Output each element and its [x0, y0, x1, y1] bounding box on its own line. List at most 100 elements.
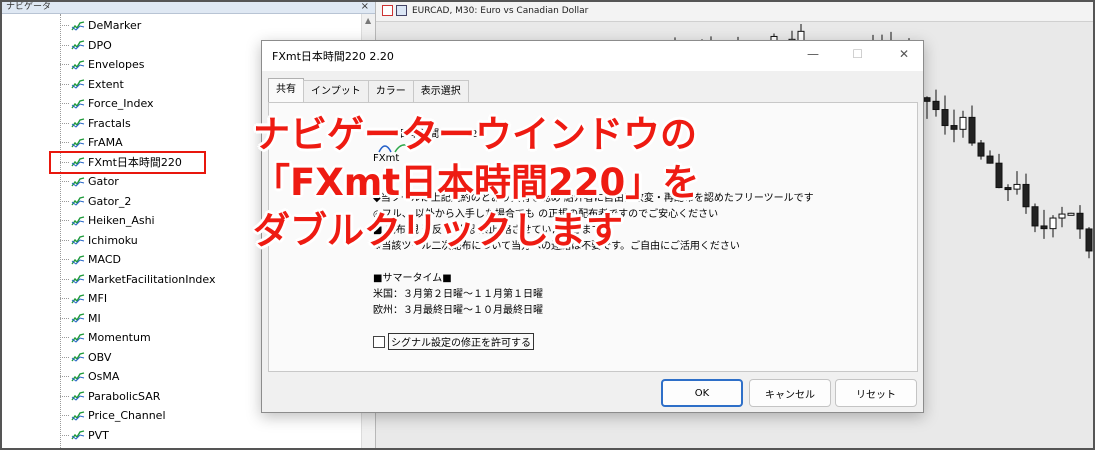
minimize-icon[interactable]: —: [807, 47, 819, 61]
dialog-titlebar[interactable]: FXmt日本時間220 2.20 — ☐ ✕: [262, 41, 923, 71]
candle-body: [923, 97, 931, 102]
navigator-item[interactable]: OBV: [60, 348, 111, 367]
tree-branch: [60, 44, 69, 46]
tree-branch: [60, 415, 69, 416]
maximize-icon: ☐: [852, 47, 863, 61]
ok-button[interactable]: OK: [661, 379, 743, 407]
navigator-title: ナビゲータ: [6, 2, 52, 12]
navigator-item[interactable]: MFI: [60, 289, 107, 308]
annotation-line-3: ダブルクリックします: [253, 209, 623, 252]
candle-body: [1058, 213, 1066, 219]
tab-common[interactable]: 共有: [268, 78, 304, 102]
chart-title: EURCAD, M30: Euro vs Canadian Dollar: [382, 5, 588, 16]
indicator-icon: [71, 352, 85, 362]
navigator-item[interactable]: Price_Channel: [60, 406, 166, 425]
candle-body: [1040, 225, 1048, 230]
candle-body: [1067, 212, 1075, 216]
navigator-item-label: Momentum: [88, 331, 151, 344]
tree-branch: [60, 239, 69, 241]
navigator-item-label: DeMarker: [88, 19, 142, 32]
navigator-item[interactable]: MI: [60, 309, 101, 328]
tree-branch: [60, 103, 69, 104]
navigator-item[interactable]: Gator_2: [60, 192, 131, 211]
tree-branch: [60, 317, 69, 319]
highlight-box: [49, 151, 206, 174]
indicator-icon: [71, 40, 85, 50]
chart-title-text: EURCAD, M30: Euro vs Canadian Dollar: [412, 5, 589, 16]
chart-menu-icon[interactable]: [382, 5, 393, 16]
candle-body: [950, 125, 958, 130]
tree-branch: [60, 376, 69, 377]
indicator-icon: [71, 79, 85, 89]
indicator-icon: [71, 118, 85, 128]
navigator-item[interactable]: Momentum: [60, 328, 151, 347]
navigator-item[interactable]: Force_Index: [60, 94, 154, 113]
navigator-item-label: Force_Index: [88, 97, 154, 110]
allow-signal-edit-checkbox-row[interactable]: シグナル設定の修正を許可する: [373, 333, 534, 350]
tree-branch: [60, 337, 69, 338]
navigator-item-label: FrAMA: [88, 136, 123, 149]
indicator-icon: [71, 98, 85, 109]
indicator-icon: [71, 196, 85, 206]
tree-branch: [60, 181, 69, 182]
navigator-item[interactable]: FrAMA: [60, 133, 123, 152]
navigator-item[interactable]: OsMA: [60, 367, 119, 386]
candle-body: [959, 116, 967, 130]
indicator-icon: [71, 332, 85, 343]
navigator-item[interactable]: Gator: [60, 172, 119, 191]
navigator-item-label: Price_Channel: [88, 409, 166, 422]
chart-symbol-icon: [396, 5, 407, 16]
tree-branch: [60, 434, 69, 436]
close-icon[interactable]: ×: [361, 2, 369, 12]
indicator-icon: [71, 430, 85, 440]
navigator-item[interactable]: Extent: [60, 75, 124, 94]
allow-signal-edit-checkbox[interactable]: [373, 335, 385, 348]
cancel-button[interactable]: キャンセル: [749, 379, 831, 407]
tree-branch: [60, 122, 69, 124]
reset-button[interactable]: リセット: [835, 379, 917, 407]
navigator-item-label: Ichimoku: [88, 233, 138, 247]
indicator-icon: [71, 176, 85, 187]
navigator-header: ナビゲータ ×: [2, 2, 375, 14]
candle-body: [1013, 183, 1021, 190]
navigator-item[interactable]: PVT: [60, 426, 109, 445]
tree-branch: [60, 395, 69, 397]
tab-inputs[interactable]: インプット: [303, 80, 369, 102]
navigator-item[interactable]: Heiken_Ashi: [60, 211, 155, 230]
tab-visualization[interactable]: 表示選択: [412, 80, 469, 102]
navigator-item-label: PVT: [88, 428, 109, 442]
navigator-item[interactable]: DeMarker: [60, 16, 141, 35]
navigator-item-label: Extent: [88, 77, 124, 91]
candle-body: [1076, 212, 1084, 230]
tree-branch: [60, 83, 69, 85]
close-icon[interactable]: ✕: [899, 47, 909, 61]
navigator-item-label: MI: [88, 311, 101, 325]
tree-branch: [60, 356, 69, 358]
navigator-item-label: Envelopes: [88, 58, 145, 71]
tree-branch: [60, 298, 69, 299]
navigator-item[interactable]: Envelopes: [60, 55, 144, 74]
checkbox-label[interactable]: シグナル設定の修正を許可する: [388, 333, 534, 350]
navigator-item-label: OsMA: [88, 370, 120, 383]
scroll-up-icon[interactable]: ▲: [365, 16, 371, 25]
indicator-icon: [71, 59, 85, 70]
tree-branch: [60, 142, 69, 143]
chart-header: EURCAD, M30: Euro vs Canadian Dollar: [376, 2, 1093, 22]
candle-body: [1031, 206, 1039, 227]
tab-colors[interactable]: カラー: [367, 80, 414, 102]
indicator-icon: [71, 254, 85, 265]
navigator-item[interactable]: MACD: [60, 250, 121, 269]
annotation-line-2: 「FXmt日本時間220」を: [253, 161, 700, 204]
navigator-item[interactable]: DPO: [60, 36, 112, 55]
navigator-item-label: OBV: [88, 350, 112, 364]
navigator-item[interactable]: MarketFacilitationIndex: [60, 270, 216, 289]
dialog-tabs: 共有 インプット カラー 表示選択: [268, 78, 469, 102]
navigator-item[interactable]: Ichimoku: [60, 231, 138, 250]
tree-branch: [60, 25, 69, 26]
indicator-icon: [71, 313, 85, 323]
navigator-item[interactable]: Fractals: [60, 114, 131, 133]
navigator-item-label: Gator_2: [88, 194, 132, 208]
annotation-line-1: ナビゲーターウインドウの: [253, 113, 697, 156]
content-line: ■サマータイム■: [373, 273, 452, 284]
navigator-item[interactable]: ParabolicSAR: [60, 387, 160, 406]
